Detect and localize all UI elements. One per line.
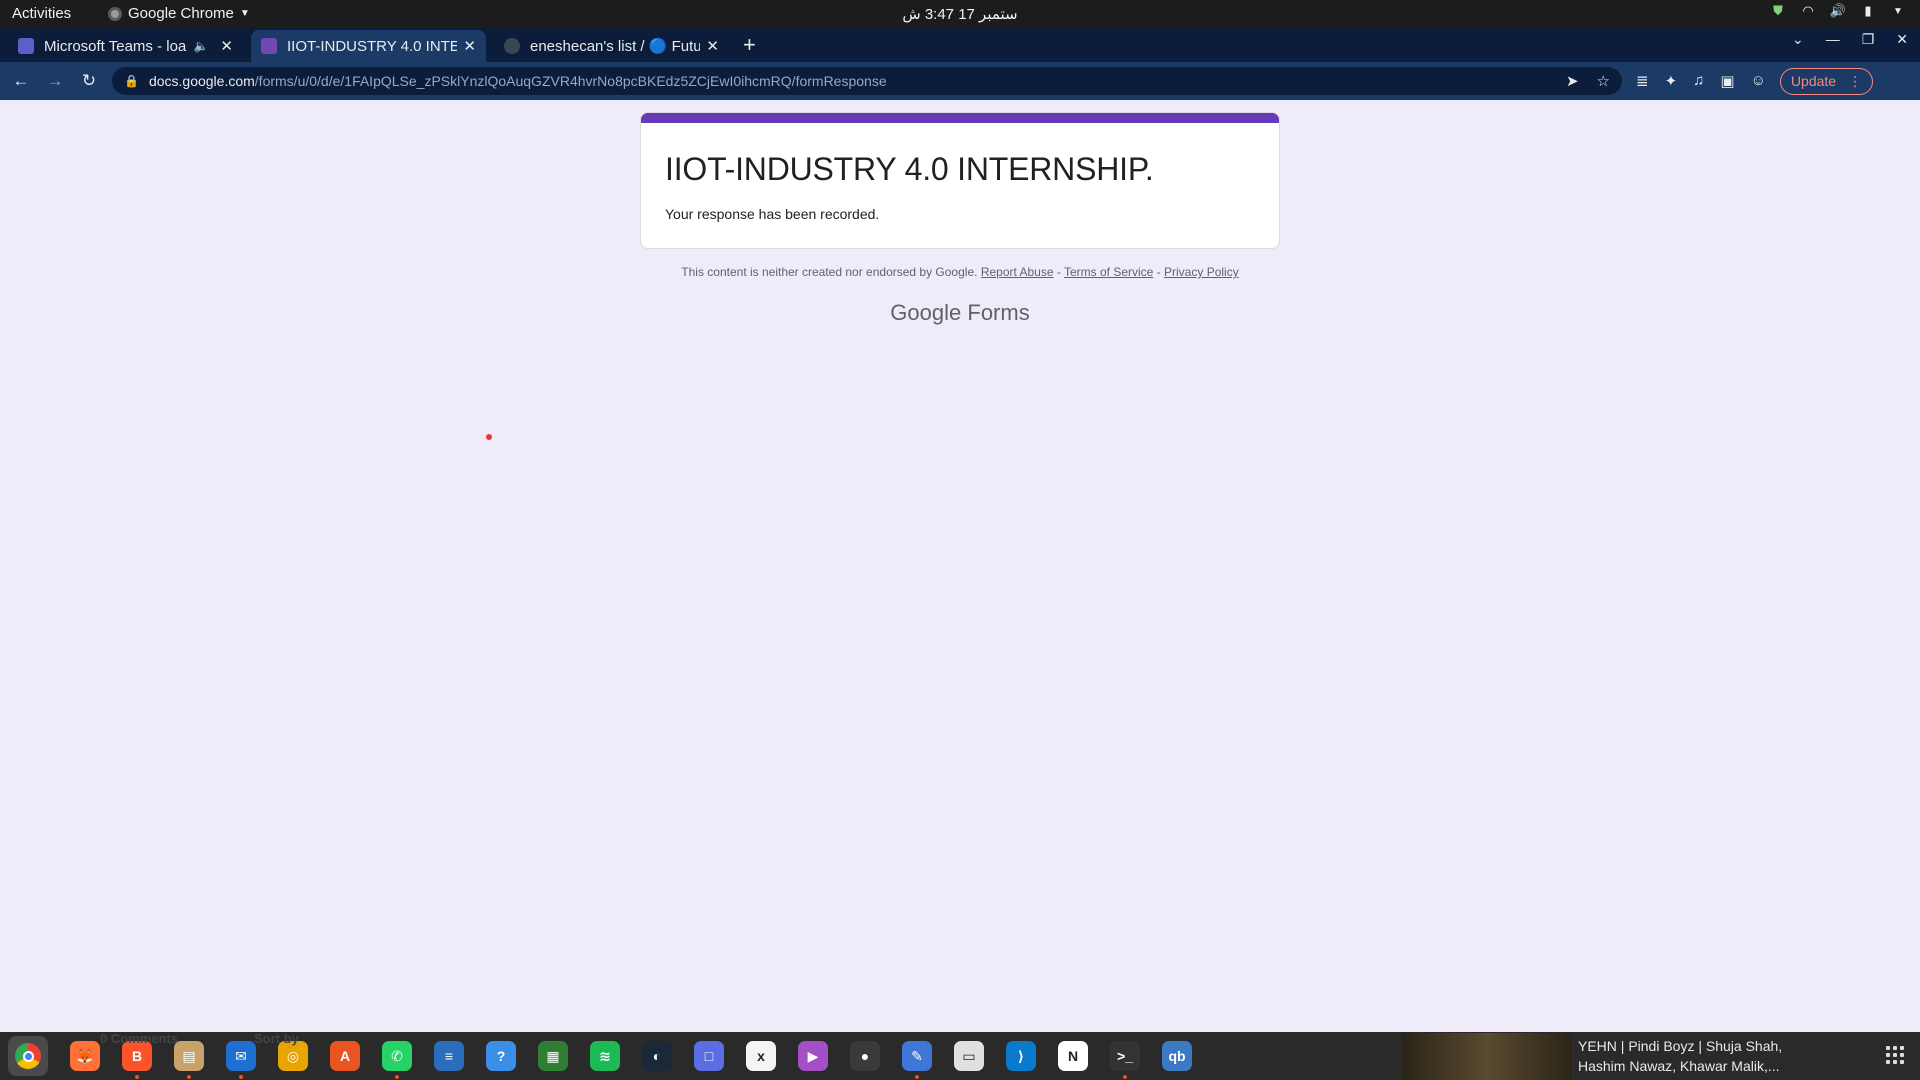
tab-title: eneshecan's list / 🔵 Futu [530,38,701,55]
screenshot-icon[interactable]: □ [694,1041,724,1071]
browser-toolbar: ← → ↻ 🔒 docs.google.com/forms/u/0/d/e/1F… [0,62,1920,100]
chrome-icon [15,1043,41,1069]
system-tray[interactable]: ⛊ ◠ 🔊 ▮ ▼ [1770,3,1906,19]
forms-wordmark: Forms [967,300,1030,325]
app-menu-label: Google Chrome [128,5,234,22]
tab-strip: Microsoft Teams - load 🔈 ✕ IIOT-INDUSTRY… [0,27,1920,62]
spotify-icon[interactable]: ≋ [590,1041,620,1071]
tab-title: IIOT-INDUSTRY 4.0 INTERN [287,37,458,55]
close-icon[interactable]: ✕ [706,37,719,55]
software-icon[interactable]: A [330,1041,360,1071]
video-icon[interactable]: ▶ [798,1041,828,1071]
ghost-comments-text: 0 Comments [100,1031,179,1046]
tab-title: Microsoft Teams - load [44,37,188,55]
tab-github[interactable]: eneshecan's list / 🔵 Futu ✕ [494,30,729,62]
tab-teams[interactable]: Microsoft Teams - load 🔈 ✕ [8,30,243,62]
qbittorrent-icon[interactable]: qb [1162,1041,1192,1071]
forward-icon[interactable]: → [42,71,68,91]
form-title: IIOT-INDUSTRY 4.0 INTERNSHIP. [665,151,1154,187]
google-wordmark: Google [890,300,962,325]
shield-icon[interactable]: ⛊ [1770,3,1786,19]
files-icon[interactable]: ▤ [174,1041,204,1079]
thunderbird-icon[interactable]: ✉ [226,1041,256,1079]
reload-icon[interactable]: ↻ [76,71,102,91]
url-path: /forms/u/0/d/e/1FAIpQLSe_zPSklYnzlQoAuqG… [254,73,887,89]
restore-icon[interactable]: ❐ [1862,31,1875,48]
volume-icon[interactable]: 🔊 [1830,3,1846,19]
side-panel-icon[interactable]: ▣ [1720,72,1734,90]
update-label: Update [1790,73,1837,89]
dock-chrome[interactable] [8,1036,48,1076]
form-page: IIOT-INDUSTRY 4.0 INTERNSHIP. Your respo… [0,100,1920,1032]
separator: - [1153,265,1165,279]
bookmark-star-icon[interactable]: ☆ [1597,72,1610,90]
extensions-area: ≣ ✦ ♫ ▣ ☺ [1636,72,1766,90]
back-icon[interactable]: ← [8,71,34,91]
report-abuse-link[interactable]: Report Abuse [981,265,1054,279]
chevron-down-icon: ▼ [239,8,250,19]
address-bar[interactable]: 🔒 docs.google.com/forms/u/0/d/e/1FAIpQLS… [112,67,1622,95]
text-editor-icon[interactable]: ✎ [902,1041,932,1079]
disclaimer-text: This content is neither created nor endo… [681,265,978,279]
tab-search-icon[interactable]: ⌄ [1792,31,1804,48]
app-menu[interactable]: Google Chrome ▼ [108,5,250,22]
update-button[interactable]: Update ⋮ [1779,67,1874,95]
media-line-1: YEHN | Pindi Boyz | Shuja Shah, [1578,1038,1783,1054]
send-icon[interactable]: ➤ [1566,72,1579,90]
google-forms-logo[interactable]: Google Forms [0,300,1920,326]
steam-icon[interactable]: ◐ [642,1041,672,1071]
app-grid-icon[interactable] [1886,1046,1904,1064]
database-extension-icon[interactable]: ≣ [1636,72,1649,90]
github-icon [504,38,520,54]
url-host: docs.google.com [148,73,255,89]
system-top-bar: Activities Google Chrome ▼ ستمبر 17 3:47… [0,0,1920,27]
speaker-icon[interactable]: 🔈 [193,39,208,53]
close-icon[interactable]: ✕ [220,37,233,55]
forms-icon [261,38,277,54]
help-icon[interactable]: ? [486,1041,516,1071]
tab-forms[interactable]: IIOT-INDUSTRY 4.0 INTERN ✕ [251,30,486,62]
lock-icon[interactable]: 🔒 [124,74,139,88]
privacy-link[interactable]: Privacy Policy [1164,265,1239,279]
media-thumbnail[interactable] [1402,1033,1572,1080]
form-disclaimer: This content is neither created nor endo… [0,265,1920,279]
document-viewer-icon[interactable]: ▭ [954,1041,984,1071]
window-controls: ⌄ — ❐ ✕ [1792,31,1908,48]
chrome-icon [108,6,122,21]
cursor-dot [486,434,492,440]
terminal-icon[interactable]: >_ [1110,1041,1140,1079]
battery-icon[interactable]: ▮ [1860,3,1876,19]
vscode-icon[interactable]: ⟩ [1006,1041,1036,1071]
ghost-sort-text: Sort by [254,1031,299,1046]
media-line-2: Hashim Nawaz, Khawar Malik,... [1578,1058,1780,1074]
teams-icon [18,38,34,54]
confirmation-message: Your response has been recorded. [665,206,880,222]
activities-button[interactable]: Activities [0,5,100,22]
xournal-icon[interactable]: x [746,1041,776,1071]
terminal-green-icon[interactable]: ▦ [538,1041,568,1071]
terms-link[interactable]: Terms of Service [1064,265,1153,279]
profile-avatar-icon[interactable]: ☺ [1751,72,1766,90]
obs-icon[interactable]: ● [850,1041,880,1071]
puzzle-icon[interactable]: ✦ [1665,72,1678,90]
close-icon[interactable]: ✕ [463,37,476,55]
clock[interactable]: ستمبر 17 3:47 ش [902,6,1017,23]
wifi-icon[interactable]: ◠ [1800,3,1816,19]
notion-icon[interactable]: N [1058,1041,1088,1071]
close-window-icon[interactable]: ✕ [1896,31,1908,48]
form-response-card: IIOT-INDUSTRY 4.0 INTERNSHIP. Your respo… [640,112,1280,249]
media-title[interactable]: YEHN | Pindi Boyz | Shuja Shah, Hashim N… [1578,1036,1782,1076]
separator: - [1053,265,1064,279]
new-tab-button[interactable]: + [743,32,756,58]
minimize-icon[interactable]: — [1826,31,1840,48]
media-queue-icon[interactable]: ♫ [1693,72,1704,90]
whatsapp-icon[interactable]: ✆ [382,1041,412,1079]
kebab-menu-icon[interactable]: ⋮ [1848,73,1862,90]
form-accent-bar [641,113,1279,123]
chevron-down-icon[interactable]: ▼ [1890,3,1906,19]
writer-icon[interactable]: ≡ [434,1041,464,1071]
firefox-icon[interactable]: 🦊 [70,1041,100,1071]
